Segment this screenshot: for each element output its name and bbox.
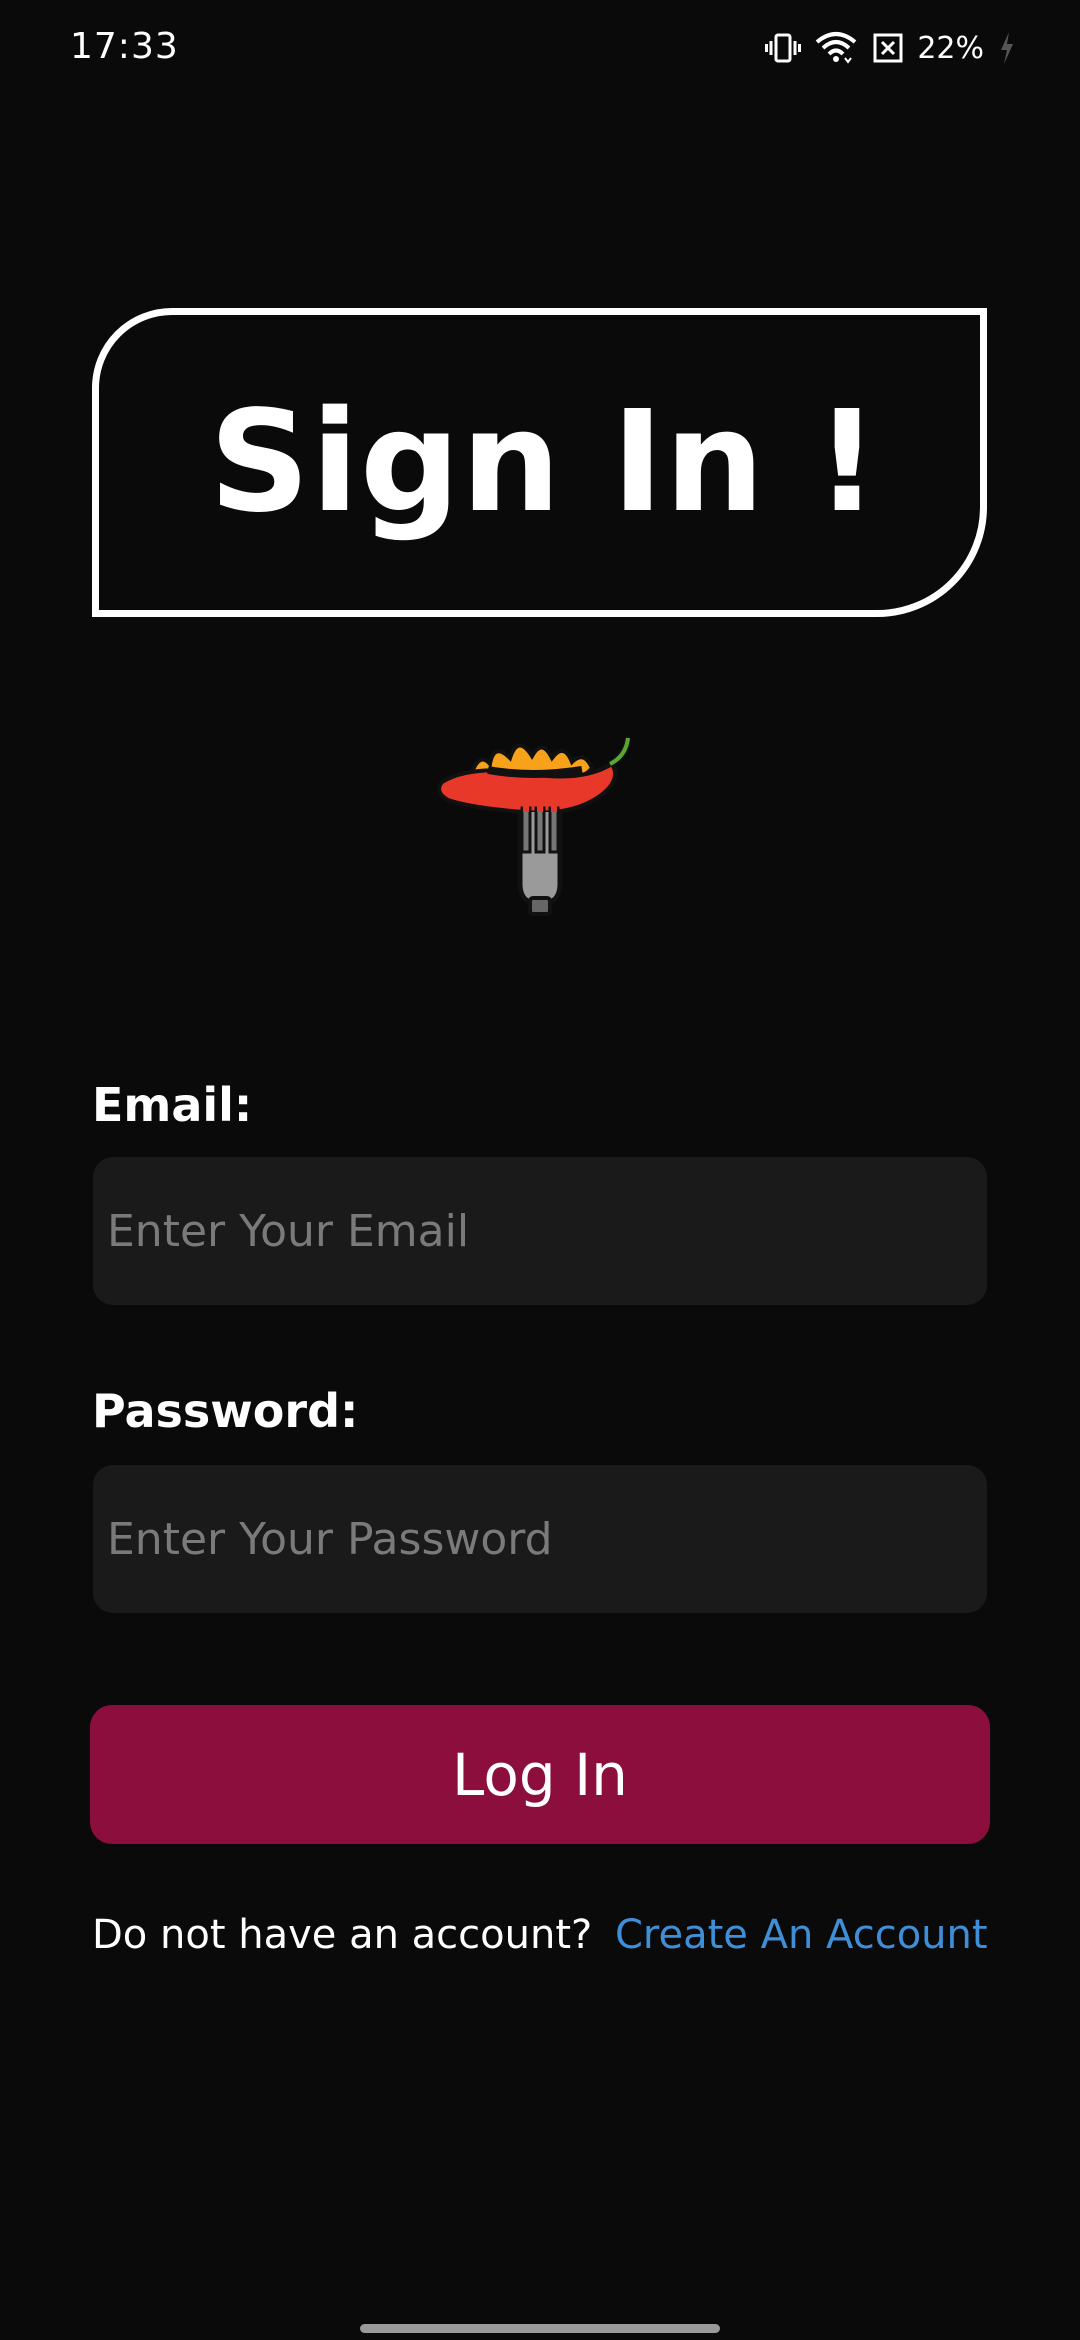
- email-field[interactable]: [93, 1157, 987, 1305]
- battery-charging-icon: [998, 30, 1016, 66]
- wifi-icon: [815, 30, 857, 66]
- status-icons: 22%: [765, 28, 1016, 68]
- password-label: Password:: [92, 1384, 359, 1438]
- vibrate-icon: [765, 30, 802, 66]
- battery-percent: 22%: [917, 30, 984, 66]
- home-indicator[interactable]: [360, 2324, 720, 2333]
- status-bar: 17:33 22%: [0, 0, 1080, 96]
- email-label: Email:: [92, 1078, 253, 1132]
- chili-fork-logo: [432, 712, 648, 928]
- page-title: Sign In !: [209, 381, 880, 544]
- create-account-link[interactable]: Create An Account: [615, 1912, 988, 1958]
- title-box: Sign In !: [92, 308, 987, 617]
- status-time: 17:33: [70, 26, 179, 67]
- no-sim-icon: [871, 31, 905, 65]
- signup-prompt: Do not have an account?: [92, 1912, 593, 1958]
- password-field[interactable]: [93, 1465, 987, 1613]
- signup-row: Do not have an account? Create An Accoun…: [92, 1912, 992, 1972]
- login-button[interactable]: Log In: [90, 1705, 990, 1844]
